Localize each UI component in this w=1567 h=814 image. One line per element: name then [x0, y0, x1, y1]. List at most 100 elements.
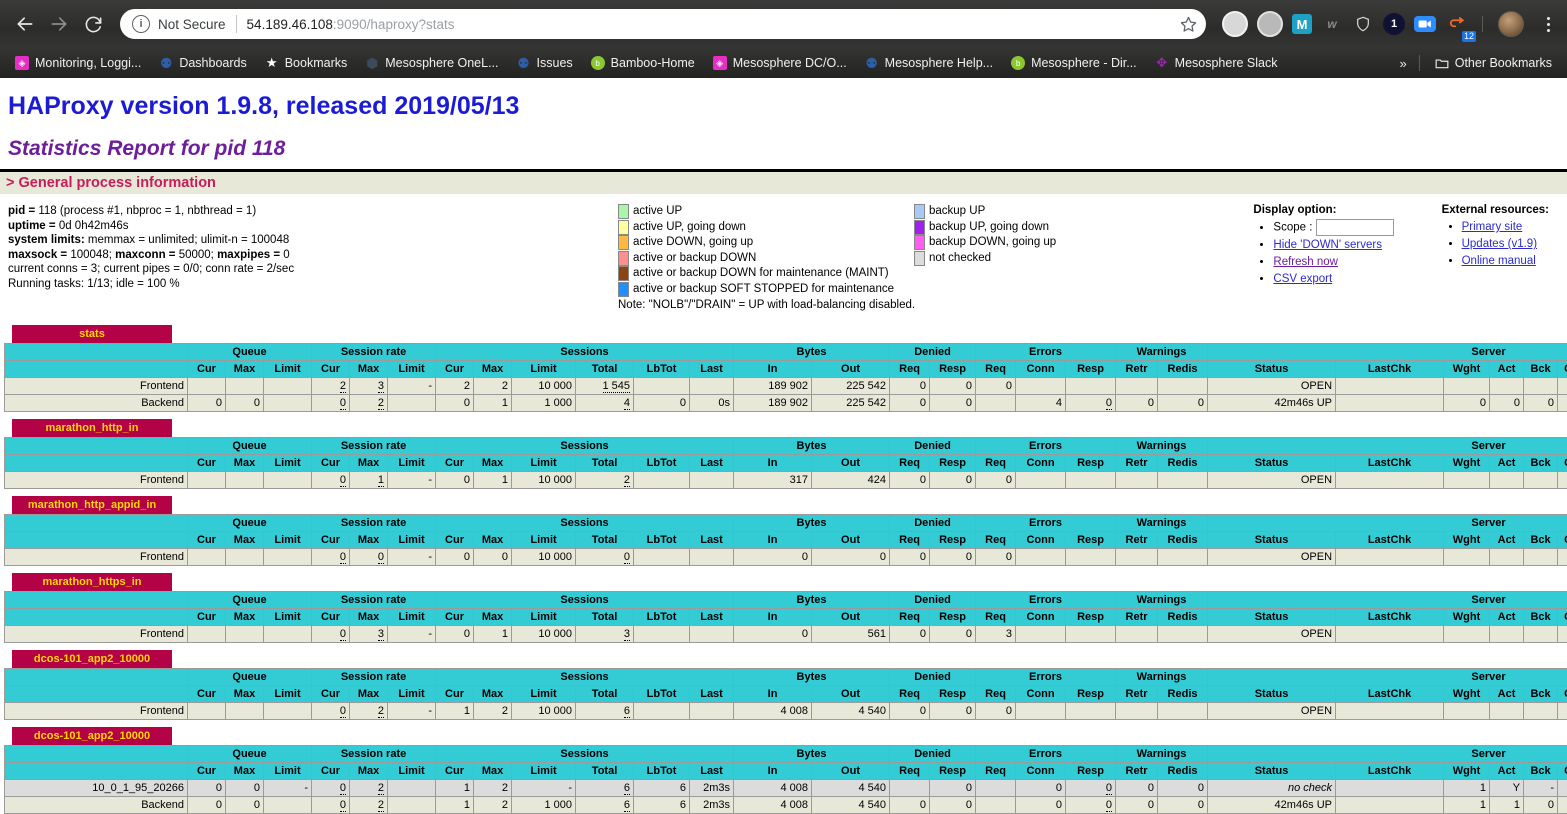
reload-button[interactable] [76, 7, 110, 41]
scope-input[interactable] [1316, 219, 1394, 236]
online-manual-link[interactable]: Online manual [1462, 255, 1536, 267]
column-header: Wght [1444, 531, 1490, 548]
tooltip-value[interactable]: 2 [624, 474, 630, 487]
row-name[interactable]: Frontend [5, 377, 188, 394]
tooltip-value[interactable]: 0 [1106, 782, 1112, 795]
tooltip-value[interactable]: 0 [340, 474, 346, 487]
row-name[interactable]: 10_0_1_95_20266 [5, 779, 188, 796]
tooltip-value[interactable]: 1 [378, 474, 384, 487]
bookmark-issues[interactable]: ⚉ Issues [508, 50, 582, 76]
tooltip-value[interactable]: 3 [378, 628, 384, 641]
tooltip-value[interactable]: 4 [624, 397, 630, 410]
tooltip-value[interactable]: 0 [624, 551, 630, 564]
group-header-denied: Denied [890, 343, 976, 360]
column-header: Out [812, 685, 890, 702]
bookmark-mesosphere-dcos[interactable]: ◈ Mesosphere DC/O... [704, 50, 856, 76]
group-header-errors: Errors [976, 591, 1116, 608]
bookmark-mesosphere-slack[interactable]: ✥ Mesosphere Slack [1146, 50, 1287, 76]
bookmark-mesosphere-onelogin[interactable]: ⬢ Mesosphere OneL... [356, 50, 507, 76]
chrome-menu-icon[interactable] [1537, 17, 1559, 32]
circle-gray-ext-2-icon[interactable] [1257, 11, 1283, 37]
shield-ext-icon[interactable] [1352, 13, 1374, 35]
tooltip-value[interactable]: 2 [378, 799, 384, 812]
bookmark-bookmarks[interactable]: ★ Bookmarks [256, 50, 357, 76]
bookmark-mesosphere-help[interactable]: ⚉ Mesosphere Help... [856, 50, 1002, 76]
tooltip-value[interactable]: 0 [340, 397, 346, 410]
other-bookmarks-button[interactable]: Other Bookmarks [1426, 50, 1561, 76]
refresh-now-link[interactable]: Refresh now [1273, 256, 1338, 268]
tooltip-value[interactable]: 0 [340, 782, 346, 795]
proxy-name-label[interactable]: dcos-101_app2_10000 [12, 650, 172, 668]
legend-item: backup UP [914, 204, 1056, 220]
tooltip-value[interactable]: 6 [624, 799, 630, 812]
legend-label: active UP [633, 204, 682, 220]
hide-down-servers-link[interactable]: Hide 'DOWN' servers [1273, 239, 1382, 251]
cell-s-last: 0s [690, 394, 734, 411]
tooltip-value[interactable]: 6 [624, 782, 630, 795]
header-blank [5, 685, 188, 702]
cell-q-limit [264, 471, 312, 488]
m-square-ext-icon[interactable]: M [1292, 14, 1312, 34]
forward-button[interactable] [42, 7, 76, 41]
proxy-name-label[interactable]: marathon_http_in [12, 419, 172, 437]
updates-link[interactable]: Updates (v1.9) [1462, 238, 1537, 250]
tooltip-value[interactable]: 0 [340, 799, 346, 812]
tooltip-value[interactable]: 2 [378, 397, 384, 410]
bookmark-dashboards[interactable]: ⚉ Dashboards [150, 50, 255, 76]
dark-badge-ext-icon[interactable]: 1 [1383, 13, 1405, 35]
bookmark-bamboo-home[interactable]: b Bamboo-Home [582, 50, 704, 76]
column-header: Total [576, 685, 634, 702]
tooltip-value[interactable]: 2 [378, 782, 384, 795]
row-name[interactable]: Frontend [5, 471, 188, 488]
header-blank [5, 745, 188, 762]
tooltip-value[interactable]: 0 [340, 705, 346, 718]
process-info-block: pid = 118 (process #1, nbproc = 1, nbthr… [0, 204, 608, 291]
tooltip-value[interactable]: 3 [378, 380, 384, 393]
csv-export-link[interactable]: CSV export [1273, 273, 1332, 285]
tooltip-value[interactable]: 0 [340, 628, 346, 641]
orange-ext-icon[interactable]: 12 [1445, 13, 1467, 35]
column-header: Req [890, 360, 930, 377]
tooltip-value[interactable]: 3 [624, 628, 630, 641]
info-icon[interactable]: i [132, 15, 150, 33]
cell-q-limit [264, 625, 312, 642]
bookmark-monitoring[interactable]: ◈ Monitoring, Loggi... [6, 50, 150, 76]
primary-site-link[interactable]: Primary site [1462, 221, 1523, 233]
faint-w-ext-icon[interactable]: w [1321, 13, 1343, 35]
cell-w-retr [1116, 625, 1158, 642]
circle-gray-ext-icon[interactable] [1222, 11, 1248, 37]
legend-label: active UP, going down [633, 220, 746, 236]
row-name[interactable]: Backend [5, 394, 188, 411]
cell-act: 1 [1490, 796, 1524, 813]
row-name[interactable]: Frontend [5, 548, 188, 565]
back-button[interactable] [8, 7, 42, 41]
address-bar[interactable]: i Not Secure 54.189.46.108:9090/haproxy?… [120, 9, 1206, 39]
cell-s-limit: 1 000 [512, 394, 576, 411]
tooltip-value[interactable]: 0 [1106, 397, 1112, 410]
tooltip-value[interactable]: 1 545 [603, 380, 631, 393]
row-name[interactable]: Backend [5, 796, 188, 813]
avatar[interactable] [1498, 11, 1524, 37]
column-header: Retr [1116, 360, 1158, 377]
cell-b-out: 4 540 [812, 779, 890, 796]
cell-sr-limit: - [388, 702, 436, 719]
tooltip-value[interactable]: 6 [624, 705, 630, 718]
tooltip-value[interactable]: 0 [340, 551, 346, 564]
bookmark-star-icon[interactable] [1174, 10, 1202, 38]
cell-status: OPEN [1208, 377, 1336, 394]
bookmark-mesosphere-dir[interactable]: b Mesosphere - Dir... [1002, 50, 1146, 76]
row-name[interactable]: Frontend [5, 625, 188, 642]
tooltip-value[interactable]: 0 [378, 551, 384, 564]
cell-sr-limit [388, 394, 436, 411]
bookmarks-overflow-icon[interactable]: » [1394, 56, 1413, 71]
proxy-name-label[interactable]: marathon_https_in [12, 573, 172, 591]
tooltip-value[interactable]: 2 [378, 705, 384, 718]
tooltip-value[interactable]: 0 [1106, 799, 1112, 812]
proxy-name-label[interactable]: dcos-101_app2_10000 [12, 727, 172, 745]
proxy-name-label[interactable]: marathon_http_appid_in [12, 496, 172, 514]
proxy-name-label[interactable]: stats [12, 325, 172, 343]
column-header: Req [976, 608, 1016, 625]
row-name[interactable]: Frontend [5, 702, 188, 719]
tooltip-value[interactable]: 2 [340, 380, 346, 393]
zoom-ext-icon[interactable] [1414, 16, 1436, 32]
